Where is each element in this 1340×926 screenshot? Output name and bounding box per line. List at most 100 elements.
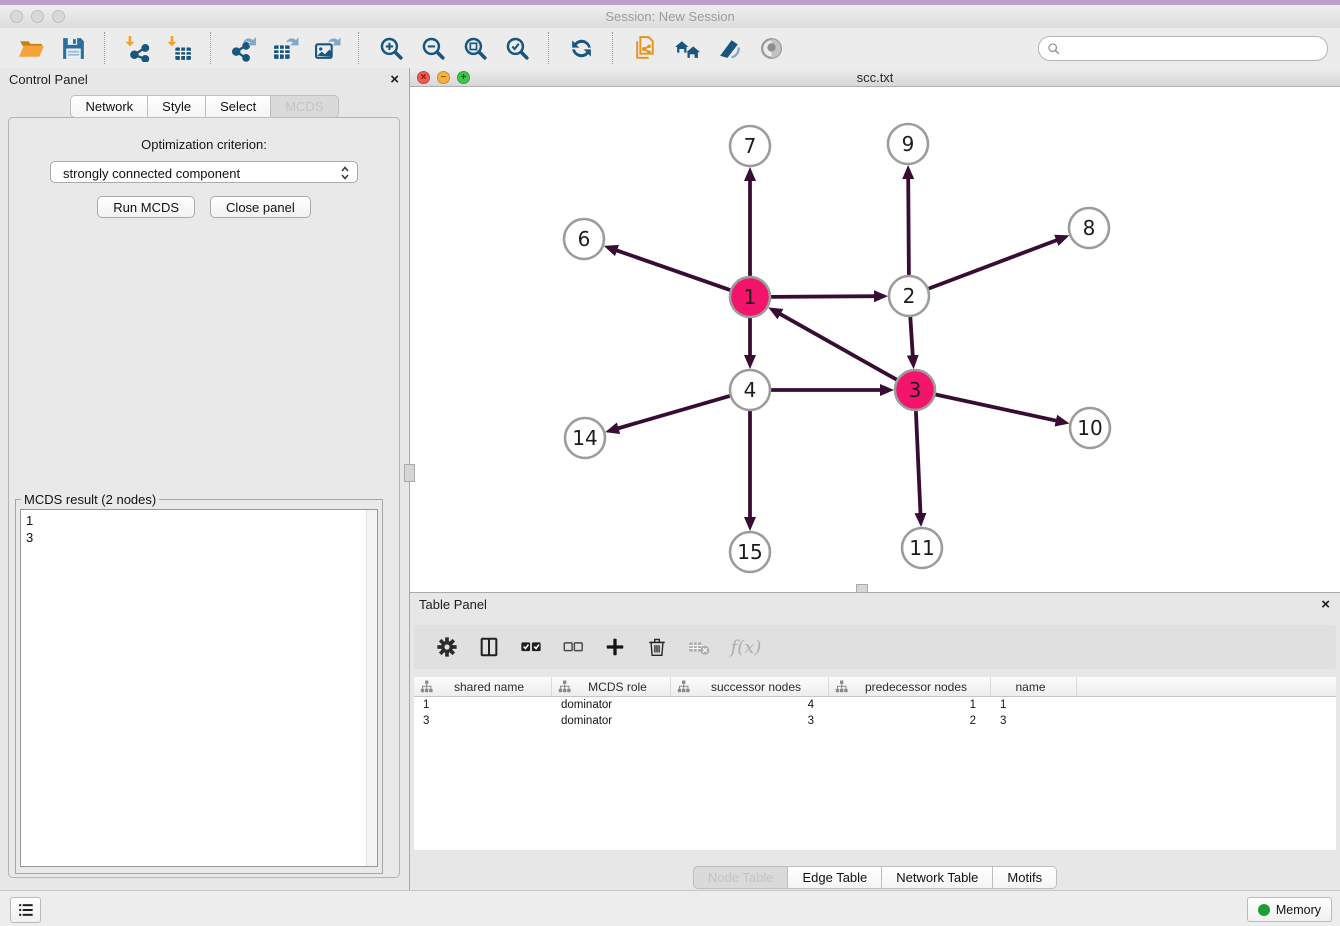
zoom-selected-button[interactable]: [502, 33, 532, 63]
network-view-window: × − + scc.txt 7 9 6 8 1 2 4 3 14 10 15 11: [410, 68, 1340, 592]
refresh-icon: [568, 35, 595, 62]
tab-network[interactable]: Network: [70, 95, 148, 118]
add-button[interactable]: [603, 635, 627, 659]
column-header-name[interactable]: name: [991, 677, 1077, 696]
trash-button[interactable]: [645, 635, 669, 659]
result-scrollbar[interactable]: [366, 510, 377, 866]
graph-node-1[interactable]: 1: [730, 277, 770, 317]
node-label: 10: [1077, 416, 1102, 440]
close-panel-button[interactable]: ×: [390, 72, 399, 87]
tab-edge-table[interactable]: Edge Table: [788, 866, 882, 889]
import-table-button[interactable]: [164, 33, 194, 63]
home-button[interactable]: [672, 33, 702, 63]
close-panel-button[interactable]: ×: [1321, 597, 1330, 612]
run-mcds-button[interactable]: Run MCDS: [97, 196, 195, 218]
network-canvas[interactable]: 7 9 6 8 1 2 4 3 14 10 15 11: [410, 87, 1340, 592]
tab-mcds[interactable]: MCDS: [271, 95, 338, 118]
export-image-button[interactable]: [312, 33, 342, 63]
column-header-predecessor-nodes[interactable]: predecessor nodes: [829, 677, 991, 696]
cell-predecessor-nodes: 1: [829, 699, 991, 711]
graph-edge-2-8[interactable]: [929, 240, 1058, 289]
tab-select[interactable]: Select: [206, 95, 271, 118]
node-table: shared nameMCDS rolesuccessor nodesprede…: [414, 677, 1336, 850]
graph-node-9[interactable]: 9: [888, 124, 928, 164]
graph-edge-3-11[interactable]: [916, 411, 921, 514]
zoom-out-button[interactable]: [418, 33, 448, 63]
delete-table-button[interactable]: [687, 635, 711, 659]
search-icon: [1047, 42, 1061, 56]
refresh-button[interactable]: [566, 33, 596, 63]
tab-node-table[interactable]: Node Table: [693, 866, 789, 889]
import-table-icon: [166, 35, 193, 62]
duplicate-network-button[interactable]: [630, 33, 660, 63]
select-all-button[interactable]: [519, 635, 543, 659]
table-row[interactable]: 1dominator411: [414, 697, 1336, 713]
open-folder-button[interactable]: [16, 33, 46, 63]
search-input[interactable]: [1065, 39, 1319, 59]
save-button[interactable]: [58, 33, 88, 63]
tab-style[interactable]: Style: [148, 95, 206, 118]
graph-node-4[interactable]: 4: [730, 370, 770, 410]
style-brush-button[interactable]: [714, 33, 744, 63]
control-panel-header: Control Panel ×: [0, 68, 409, 93]
optimization-select-value: strongly connected component: [63, 166, 240, 181]
network-window-titlebar: × − + scc.txt: [410, 68, 1340, 87]
deselect-all-button[interactable]: [561, 635, 585, 659]
export-network-button[interactable]: [228, 33, 258, 63]
eye-button[interactable]: [756, 33, 786, 63]
graph-edge-1-6[interactable]: [616, 250, 730, 290]
graph-edge-1-2[interactable]: [771, 296, 875, 297]
graph-edge-2-3[interactable]: [910, 317, 913, 356]
gear-button[interactable]: [435, 635, 459, 659]
toolbar-separator: [612, 32, 614, 64]
graph-node-6[interactable]: 6: [564, 219, 604, 259]
export-image-icon: [314, 35, 341, 62]
table-panel-header: Table Panel ×: [410, 593, 1340, 618]
import-network-button[interactable]: [122, 33, 152, 63]
graph-node-10[interactable]: 10: [1070, 408, 1110, 448]
tab-motifs[interactable]: Motifs: [993, 866, 1057, 889]
graph-edge-3-1[interactable]: [780, 314, 897, 380]
table-header-row: shared nameMCDS rolesuccessor nodesprede…: [414, 677, 1336, 697]
graph-node-15[interactable]: 15: [730, 532, 770, 572]
close-icon: ×: [390, 71, 399, 88]
graph-node-11[interactable]: 11: [902, 528, 942, 568]
cell-mcds-role: dominator: [552, 699, 671, 711]
export-table-button[interactable]: [270, 33, 300, 63]
open-folder-icon: [18, 35, 45, 62]
chevron-updown-icon: [340, 164, 350, 182]
add-icon: [604, 636, 626, 658]
column-header-filler: [1077, 677, 1336, 696]
graph-edge-3-10[interactable]: [936, 395, 1057, 421]
tab-network-table[interactable]: Network Table: [882, 866, 993, 889]
optimization-select[interactable]: strongly connected component: [50, 161, 358, 183]
table-panel-tabs: Node TableEdge TableNetwork TableMotifs: [410, 866, 1340, 889]
memory-button[interactable]: Memory: [1247, 897, 1332, 922]
graph-edge-4-14[interactable]: [618, 396, 730, 429]
toolbar-separator: [210, 32, 212, 64]
graph-node-14[interactable]: 14: [565, 418, 605, 458]
trash-icon: [646, 636, 668, 658]
column-header-shared-name[interactable]: shared name: [414, 677, 552, 696]
splitter-handle[interactable]: [856, 584, 868, 593]
node-label: 6: [578, 227, 591, 251]
close-panel-action-button[interactable]: Close panel: [210, 196, 311, 218]
function-builder-button[interactable]: f(x): [729, 635, 763, 659]
graph-node-8[interactable]: 8: [1069, 208, 1109, 248]
graph-edge-2-9[interactable]: [908, 178, 909, 275]
column-header-mcds-role[interactable]: MCDS role: [552, 677, 671, 696]
node-label: 2: [903, 284, 916, 308]
column-header-successor-nodes[interactable]: successor nodes: [671, 677, 829, 696]
mcds-result-textarea[interactable]: 13: [20, 509, 378, 867]
mcds-result-title: MCDS result (2 nodes): [21, 492, 159, 507]
graph-node-3[interactable]: 3: [895, 370, 935, 410]
column-layout-button[interactable]: [477, 635, 501, 659]
splitter-handle[interactable]: [404, 464, 415, 482]
zoom-fit-button[interactable]: [460, 33, 490, 63]
graph-node-7[interactable]: 7: [730, 126, 770, 166]
table-row[interactable]: 3dominator323: [414, 713, 1336, 729]
task-history-button[interactable]: [10, 897, 41, 923]
graph-node-2[interactable]: 2: [889, 276, 929, 316]
memory-label: Memory: [1276, 903, 1321, 917]
zoom-in-button[interactable]: [376, 33, 406, 63]
